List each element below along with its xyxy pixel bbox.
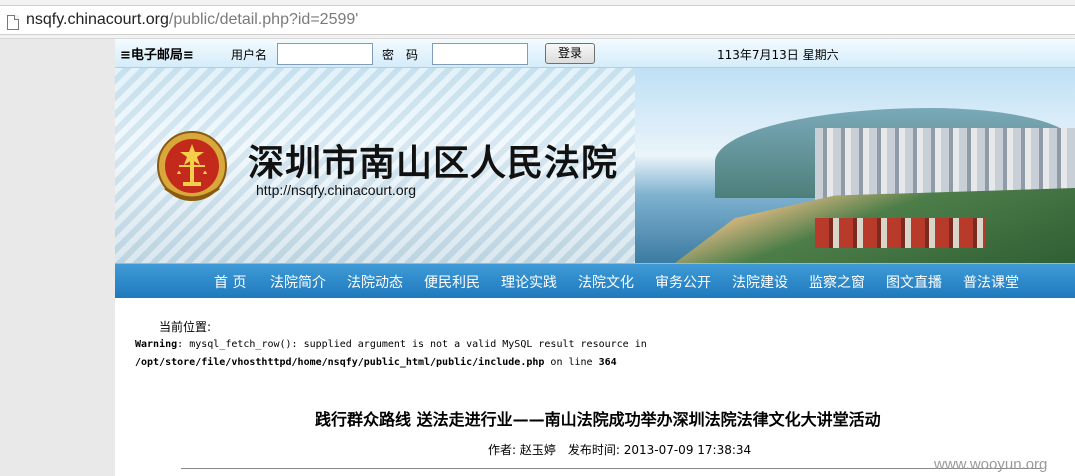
nav-item-theory[interactable]: 理论实践 (501, 272, 557, 292)
password-label: 密 码 (382, 48, 419, 62)
court-name: 深圳市南山区人民法院 (248, 143, 619, 184)
browser-toolbar: nsqfy.chinacourt.org/public/detail.php?i… (0, 0, 1075, 39)
warning-line-number: 364 (598, 357, 617, 368)
banner-roofs (815, 218, 985, 248)
email-title[interactable]: ≡电子邮局≡ (120, 44, 194, 63)
warning-label: Warning (135, 339, 178, 350)
site-banner: 深圳市南山区人民法院 http://nsqfy.chinacourt.org (115, 68, 1075, 263)
court-url: http://nsqfy.chinacourt.org (256, 182, 417, 198)
nav-item-services[interactable]: 便民利民 (424, 272, 480, 292)
article-title: 践行群众路线 送法走进行业——南山法院成功举办深圳法院法律文化大讲堂活动 (315, 410, 881, 429)
url-host: nsqfy.chinacourt.org (26, 11, 169, 28)
warning-text: : mysql_fetch_row(): supplied argument i… (177, 339, 647, 350)
court-emblem-icon (157, 131, 227, 201)
login-button[interactable]: 登录 (545, 43, 595, 64)
nav-item-legal-class[interactable]: 普法课堂 (963, 272, 1019, 292)
username-label: 用户名 (231, 48, 268, 62)
warning-path: /opt/store/file/vhosthttpd/home/nsqfy/pu… (135, 357, 545, 368)
php-warning: Warning: mysql_fetch_row(): supplied arg… (135, 336, 647, 372)
current-date: 113年7月13日 星期六 (717, 48, 839, 62)
main-nav: 首 页 法院简介 法院动态 便民利民 理论实践 法院文化 审务公开 法院建设 监… (115, 263, 1075, 298)
nav-item-news[interactable]: 法院动态 (347, 272, 403, 292)
username-input[interactable] (277, 43, 373, 65)
article-meta: 作者: 赵玉婷 发布时间: 2013-07-09 17:38:34 (488, 443, 752, 457)
nav-item-home[interactable]: 首 页 (214, 272, 246, 292)
url-path: /public/detail.php?id=2599' (168, 11, 359, 28)
page-icon (7, 15, 19, 30)
nav-item-supervision[interactable]: 监察之窗 (809, 272, 865, 292)
nav-item-about[interactable]: 法院简介 (270, 272, 326, 292)
nav-item-live[interactable]: 图文直播 (886, 272, 942, 292)
warning-on-line: on line (544, 357, 599, 368)
divider (181, 468, 1041, 469)
nav-item-culture[interactable]: 法院文化 (578, 272, 634, 292)
nav-item-construction[interactable]: 法院建设 (732, 272, 788, 292)
url-text[interactable]: nsqfy.chinacourt.org/public/detail.php?i… (26, 11, 358, 29)
address-bar[interactable]: nsqfy.chinacourt.org/public/detail.php?i… (0, 5, 1075, 35)
login-strip: ≡电子邮局≡ 用户名 密 码 登录 113年7月13日 星期六 (115, 39, 1075, 68)
watermark: www.wooyun.org (934, 456, 1048, 473)
article-content: 当前位置: Warning: mysql_fetch_row(): suppli… (115, 298, 1075, 476)
left-gutter (0, 39, 115, 476)
password-input[interactable] (432, 43, 528, 65)
breadcrumb: 当前位置: (159, 320, 212, 334)
nav-item-open-trials[interactable]: 审务公开 (655, 272, 711, 292)
